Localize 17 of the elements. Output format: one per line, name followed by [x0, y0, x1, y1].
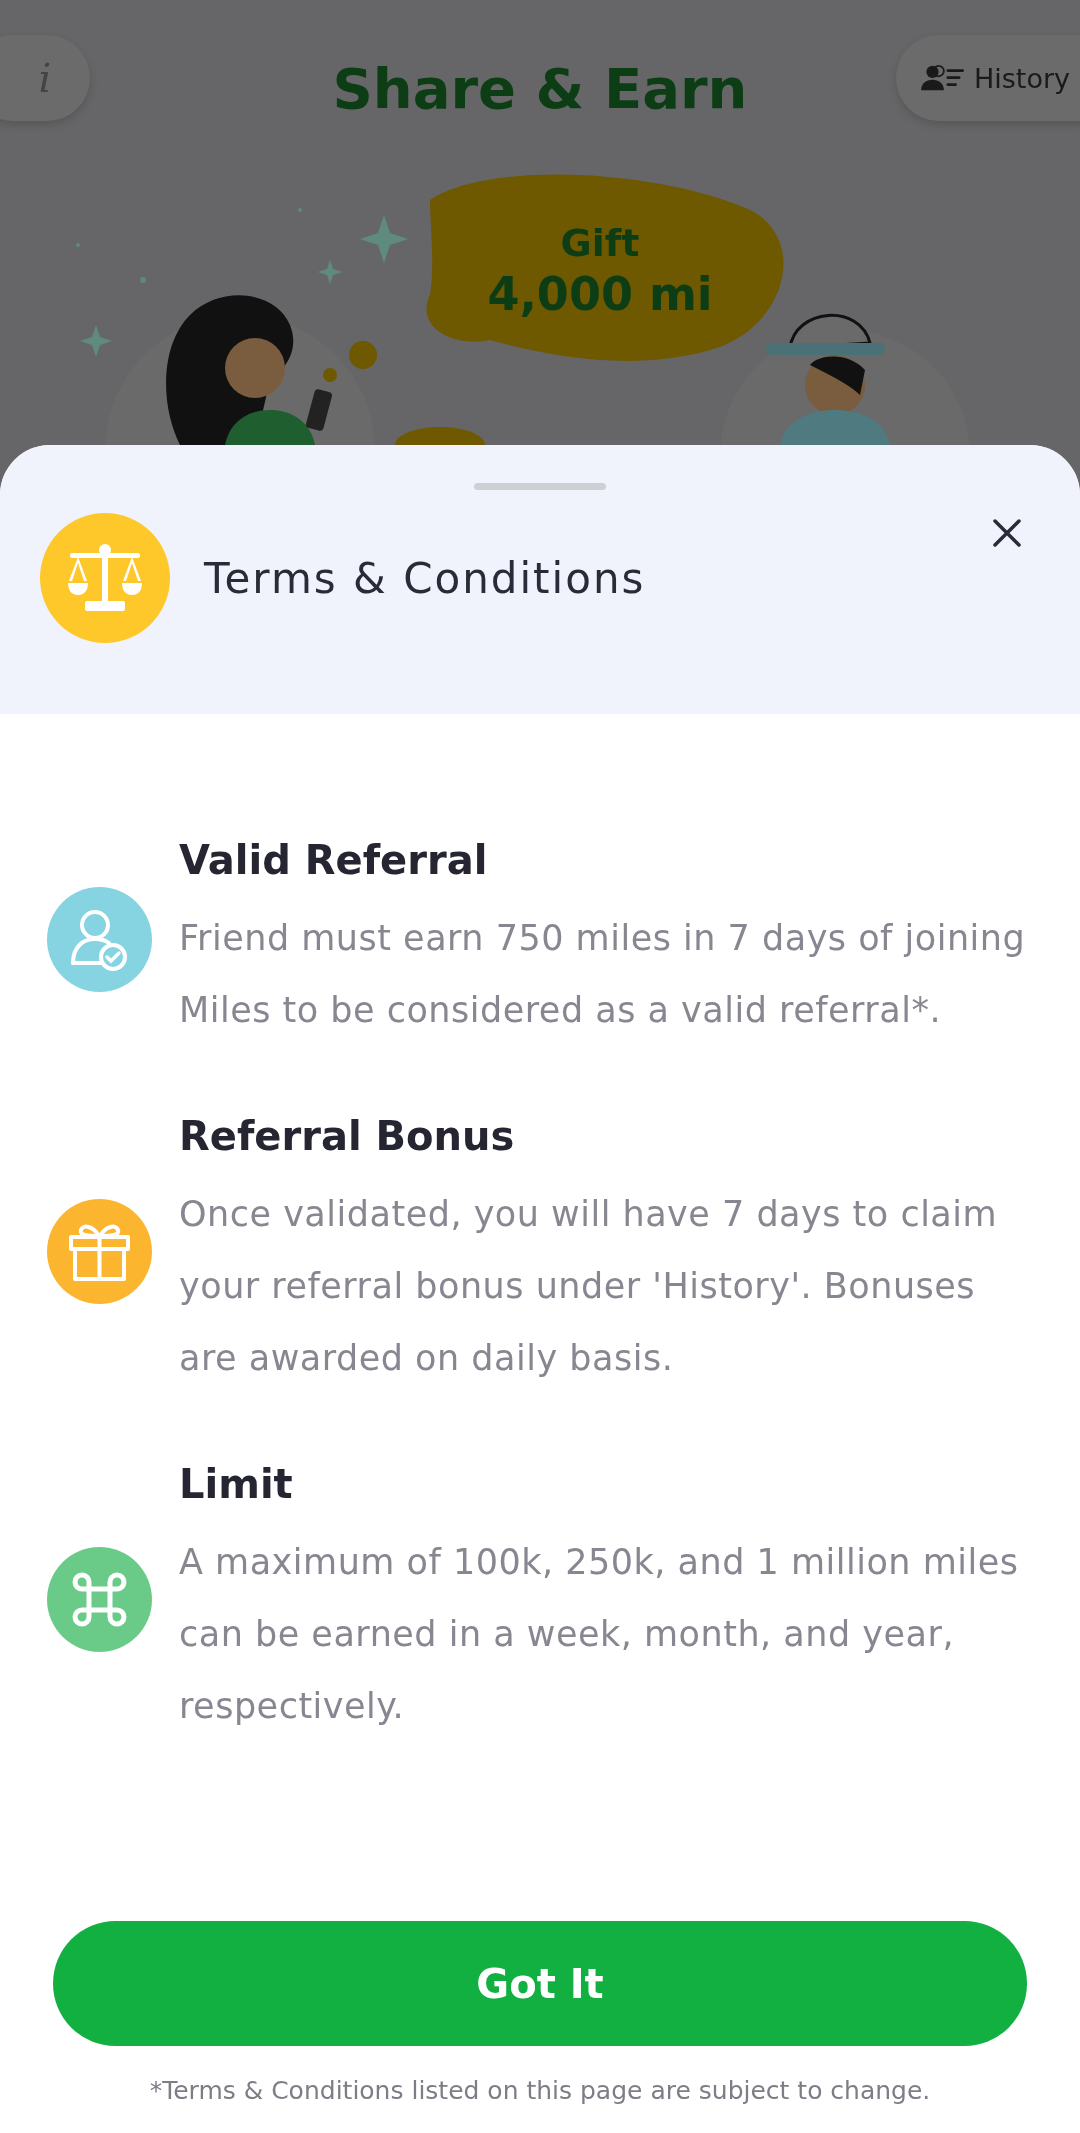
page-title: Share & Earn — [332, 58, 748, 120]
section-heading: Limit — [179, 1460, 294, 1509]
section-text: Once validated, you will have 7 days to claim your referral bonus under 'History'. Bonuses are awarded on daily basis. — [179, 1193, 999, 1380]
section-text: A maximum of 100k, 250k, and 1 million miles can be earned in a week, month, and year, respectively. — [179, 1541, 1020, 1728]
sheet-title: Terms & Conditions — [204, 553, 646, 603]
got-it-button[interactable]: Got It — [53, 1921, 1027, 2046]
gift-amount: 4,000 mi — [487, 266, 713, 322]
close-icon[interactable] — [992, 518, 1022, 548]
gift-label: Gift — [560, 220, 640, 266]
section-heading: Valid Referral — [179, 836, 489, 885]
section-heading: Referral Bonus — [179, 1112, 516, 1161]
drag-handle[interactable] — [474, 483, 606, 490]
section-text: Friend must earn 750 miles in 7 days of joining Miles to be considered as a valid referral*. — [179, 917, 1027, 1032]
scales-icon — [40, 513, 170, 643]
history-button[interactable]: History — [895, 35, 1080, 121]
footnote: *Terms & Conditions listed on this page are subject to change. — [149, 2076, 931, 2105]
people-list-icon — [919, 64, 966, 92]
